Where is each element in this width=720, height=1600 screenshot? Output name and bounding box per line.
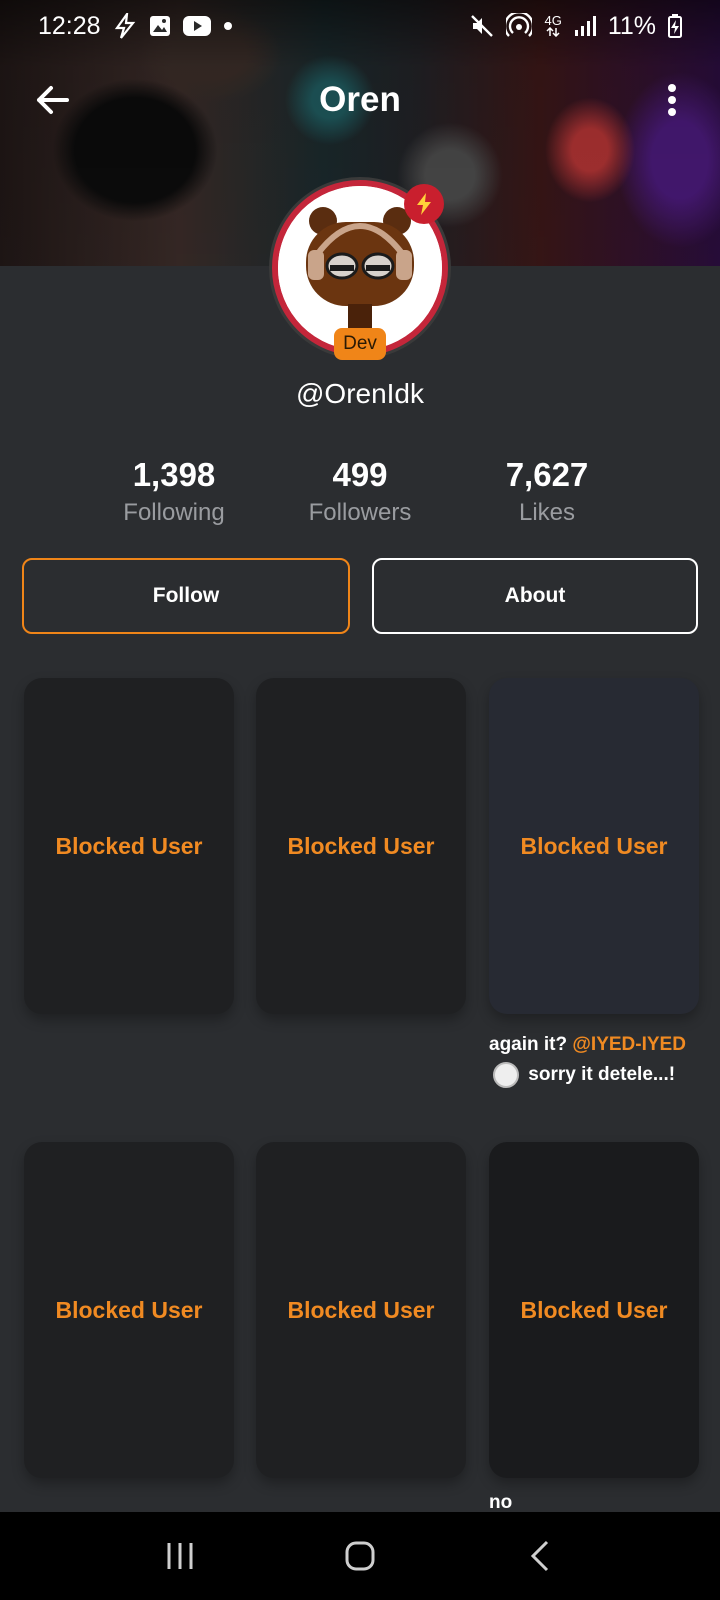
app-header: Oren (0, 62, 720, 138)
status-time: 12:28 (38, 11, 101, 40)
stat-likes[interactable]: 7,627 Likes (457, 455, 637, 527)
flash-notification-icon (113, 13, 137, 39)
post-blocked-label: Blocked User (55, 832, 203, 859)
battery-percent: 11% (607, 11, 656, 40)
recent-apps-icon (167, 1543, 193, 1569)
recent-apps-button[interactable] (150, 1526, 210, 1586)
youtube-notification-icon (182, 15, 211, 37)
post-card[interactable]: Blocked User (256, 678, 466, 1014)
status-right: 4G 11% (470, 12, 682, 41)
mute-icon (470, 14, 494, 38)
post-blocked-label: Blocked User (520, 832, 668, 859)
status-left: 12:28 (38, 12, 233, 41)
post-card[interactable]: Blocked User (24, 678, 234, 1014)
signal-icon (574, 15, 596, 37)
lightning-badge-icon (404, 184, 444, 224)
page-title: Oren (319, 80, 401, 119)
more-notifications-dot-icon (223, 21, 233, 31)
more-vertical-icon (668, 84, 676, 116)
about-button[interactable]: About (372, 558, 698, 634)
stat-label: Following (123, 499, 225, 526)
caption-text-end: sorry it detele...! (523, 1064, 676, 1085)
profile-avatar-container: Dev (272, 180, 448, 360)
post-blocked-label: Blocked User (287, 832, 435, 859)
post-card[interactable]: Blocked User (24, 1142, 234, 1478)
post-caption[interactable]: again it? @IYED-IYED sorry it detele...! (489, 1030, 689, 1090)
back-button[interactable] (28, 76, 76, 124)
battery-charging-icon (668, 14, 682, 38)
arrow-left-icon (37, 86, 69, 114)
network-4g-icon: 4G (544, 13, 562, 37)
home-button[interactable] (330, 1526, 390, 1586)
stat-label: Likes (518, 499, 576, 526)
stat-label: Followers (308, 499, 412, 526)
chevron-left-icon (530, 1540, 549, 1572)
stat-value: 7,627 (505, 456, 589, 493)
more-options-button[interactable] (654, 76, 690, 124)
network-type-label: 4G (544, 13, 562, 28)
post-blocked-label: Blocked User (287, 1296, 435, 1323)
post-card[interactable]: Blocked User (256, 1142, 466, 1478)
mention-avatar (493, 1061, 519, 1088)
stat-value: 1,398 (132, 456, 216, 493)
post-blocked-label: Blocked User (55, 1296, 203, 1323)
username: @OrenIdk (295, 378, 425, 409)
follow-button[interactable]: Follow (22, 558, 350, 634)
post-card[interactable]: Blocked User (489, 678, 699, 1014)
status-bar: 12:28 4G 11% (0, 0, 720, 52)
stat-value: 499 (332, 456, 388, 493)
system-nav-bar (0, 1512, 720, 1600)
post-caption-partial[interactable]: no (489, 1492, 512, 1514)
hotspot-icon (506, 13, 533, 39)
post-blocked-label: Blocked User (520, 1296, 668, 1323)
post-card[interactable]: Blocked User (489, 1142, 699, 1478)
caption-text: again it? (489, 1034, 573, 1055)
caption-mention-link[interactable]: @IYED-IYED (572, 1034, 686, 1055)
stat-following[interactable]: 1,398 Following (84, 455, 264, 527)
system-back-button[interactable] (510, 1526, 570, 1586)
role-badge: Dev (334, 328, 386, 360)
stat-followers[interactable]: 499 Followers (270, 455, 450, 527)
gallery-notification-icon (149, 15, 171, 37)
home-icon (345, 1541, 375, 1571)
